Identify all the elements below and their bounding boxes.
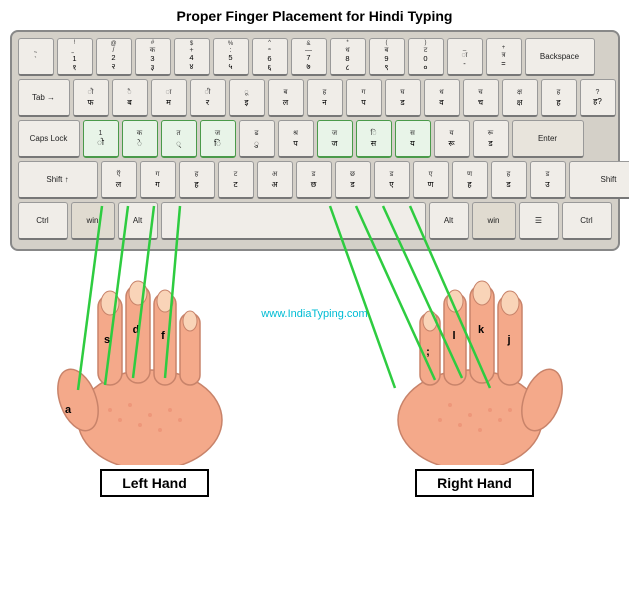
key-slash[interactable]: णह [452,161,488,199]
key-s[interactable]: के [122,120,158,158]
svg-text:f: f [161,330,165,342]
key-j[interactable]: जज [317,120,353,158]
key-8[interactable]: *ध8८ [330,38,366,76]
svg-text:j: j [506,334,510,346]
right-hand-section: ; l k j Right Hand [330,255,620,535]
hands-area: s d f a Left Han [10,255,620,535]
key-w[interactable]: ैब [112,79,148,117]
left-hand-section: s d f a Left Han [10,255,300,535]
key-m[interactable]: छड [335,161,371,199]
keyboard-row-1: ~` !॒1१ @/2२ #क3३ $+4४ %:5५ ^॰6६ &—7७ *ध… [18,38,612,76]
key-equals[interactable]: +त्र= [486,38,522,76]
key-l[interactable]: सय [395,120,431,158]
svg-text:d: d [132,324,139,336]
key-backtick[interactable]: ~` [18,38,54,76]
key-v[interactable]: टट [218,161,254,199]
key-tab[interactable]: Tab → [18,79,70,117]
key-0[interactable]: )ट0० [408,38,444,76]
key-menu[interactable]: ☰ [519,202,559,240]
keyboard-row-2: Tab → ौफ ैब ाम ीर ूइ बल हन गप घड धव चच क… [18,79,612,117]
key-r[interactable]: ीर [190,79,226,117]
key-minus[interactable]: _ा- [447,38,483,76]
page-title: Proper Finger Placement for Hindi Typing [177,8,453,24]
key-n[interactable]: डछ [296,161,332,199]
key-z[interactable]: ऍल [101,161,137,199]
keyboard-row-3: Caps Lock 1ो के त् जि ढु श्रप जज िस सय य… [18,120,612,158]
key-u[interactable]: हन [307,79,343,117]
left-hand-svg: s d f a [20,255,290,465]
keyboard: ~` !॒1१ @/2२ #क3३ $+4४ %:5५ ^॰6६ &—7७ *ध… [10,30,620,251]
key-backspace[interactable]: Backspace [525,38,595,76]
key-shift-right[interactable]: Shift [569,161,629,199]
key-5[interactable]: %:5५ [213,38,249,76]
key-e[interactable]: ाम [151,79,187,117]
keyboard-row-5: Ctrl win Alt Alt win ☰ Ctrl [18,202,612,240]
key-backslash[interactable]: हह [541,79,577,117]
key-6[interactable]: ^॰6६ [252,38,288,76]
key-c[interactable]: हह [179,161,215,199]
key-rslash[interactable]: हड [491,161,527,199]
key-x[interactable]: गग [140,161,176,199]
key-bracket-r[interactable]: क्षक्ष [502,79,538,117]
key-alt-left[interactable]: Alt [118,202,158,240]
key-semi[interactable]: यरू [434,120,470,158]
key-comma[interactable]: डए [374,161,410,199]
key-7[interactable]: &—7७ [291,38,327,76]
key-period[interactable]: एण [413,161,449,199]
key-quote[interactable]: रूड [473,120,509,158]
right-hand-label: Right Hand [415,469,534,497]
page-container: Proper Finger Placement for Hindi Typing… [0,0,629,594]
key-a[interactable]: 1ो [83,120,119,158]
key-ctrl-right[interactable]: Ctrl [562,202,612,240]
key-k[interactable]: िस [356,120,392,158]
svg-text:k: k [477,324,484,336]
key-t[interactable]: ूइ [229,79,265,117]
key-shift-left[interactable]: Shift ↑ [18,161,98,199]
key-o[interactable]: घड [385,79,421,117]
svg-text:s: s [103,334,109,346]
key-h[interactable]: श्रप [278,120,314,158]
watermark: www.IndiaTyping.com [261,308,367,320]
key-4[interactable]: $+4४ [174,38,210,76]
key-rup[interactable]: डउ [530,161,566,199]
svg-text:;: ; [426,346,430,358]
key-q[interactable]: ौफ [73,79,109,117]
key-p[interactable]: धव [424,79,460,117]
key-b[interactable]: अअ [257,161,293,199]
left-hand-label: Left Hand [100,469,209,497]
key-bracket-l[interactable]: चच [463,79,499,117]
keyboard-row-4: Shift ↑ ऍल गग हह टट अअ डछ छड डए एण णह हड… [18,161,612,199]
key-alt-right[interactable]: Alt [429,202,469,240]
key-g[interactable]: ढु [239,120,275,158]
key-2[interactable]: @/2२ [96,38,132,76]
key-3[interactable]: #क3३ [135,38,171,76]
svg-text:a: a [64,404,71,416]
key-space[interactable] [161,202,426,240]
key-extra[interactable]: ?ह? [580,79,616,117]
key-win-left[interactable]: win [71,202,115,240]
key-capslock[interactable]: Caps Lock [18,120,80,158]
key-y[interactable]: बल [268,79,304,117]
key-9[interactable]: (ब9९ [369,38,405,76]
key-enter[interactable]: Enter [512,120,584,158]
right-hand-svg: ; l k j [340,255,610,465]
key-d[interactable]: त् [161,120,197,158]
svg-text:l: l [452,330,455,342]
key-ctrl-left[interactable]: Ctrl [18,202,68,240]
key-f[interactable]: जि [200,120,236,158]
key-win-right[interactable]: win [472,202,516,240]
key-i[interactable]: गप [346,79,382,117]
key-1[interactable]: !॒1१ [57,38,93,76]
